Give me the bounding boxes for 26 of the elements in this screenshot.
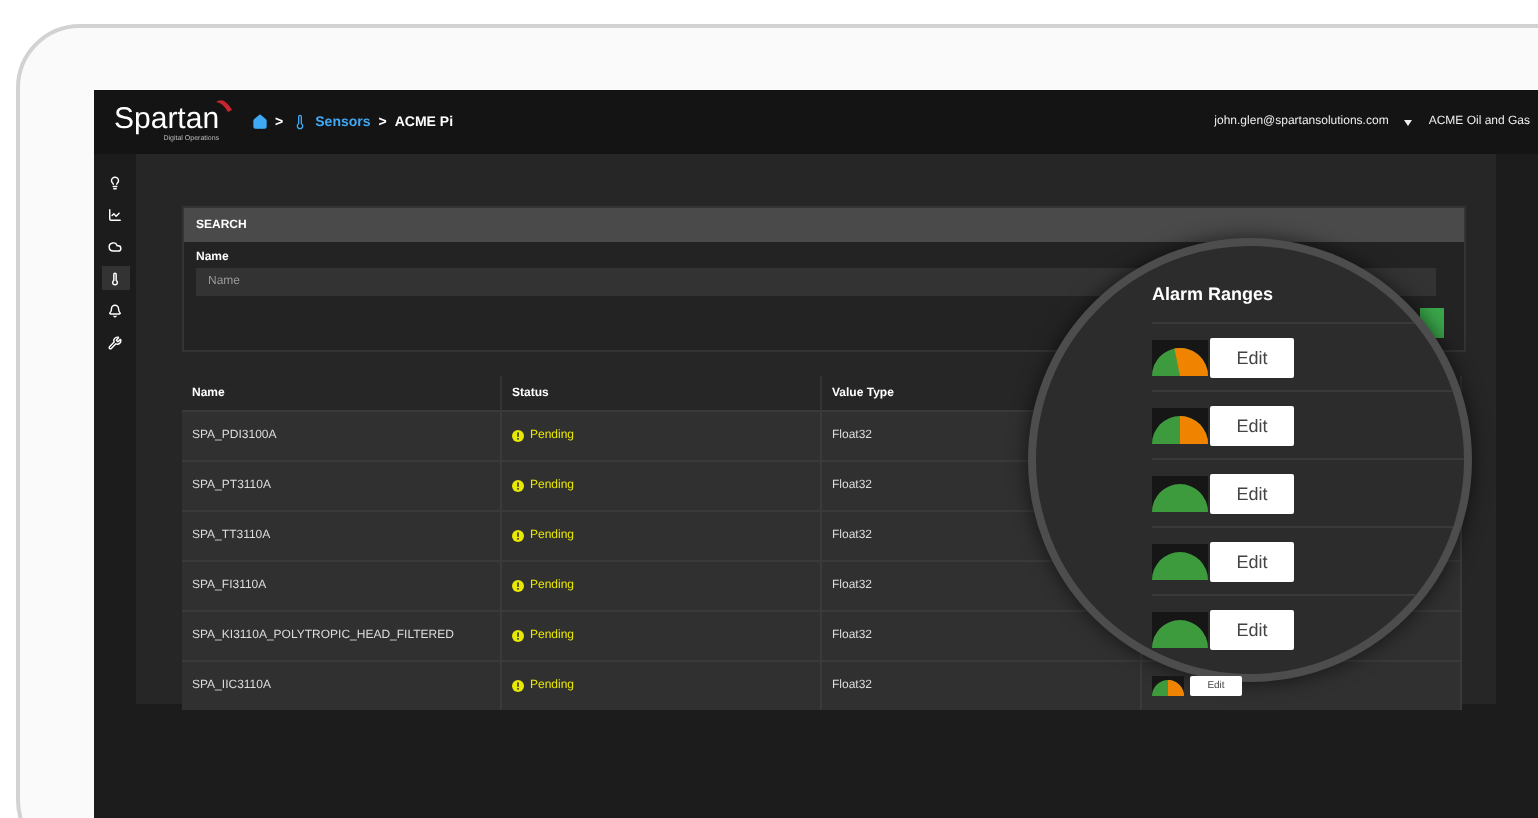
home-icon[interactable] (251, 114, 268, 130)
thermometer-icon (291, 114, 308, 130)
pending-icon (512, 480, 524, 492)
gauge-icon (1152, 339, 1208, 375)
pending-icon (512, 630, 524, 642)
pending-icon (512, 530, 524, 542)
cloud-icon (108, 239, 122, 253)
gauge-icon (1152, 676, 1184, 696)
edit-button[interactable]: Edit (1210, 337, 1294, 377)
edit-button[interactable]: Edit (1210, 405, 1294, 445)
logo-swoosh-icon (215, 97, 232, 111)
wrench-icon (108, 335, 122, 349)
edit-button[interactable]: Edit (1210, 541, 1294, 581)
logo-text: Spartan (114, 103, 220, 133)
lightbulb-icon (108, 175, 122, 189)
edit-button[interactable]: Edit (1210, 609, 1294, 649)
caret-icon[interactable] (1404, 119, 1413, 125)
bell-icon (108, 303, 122, 317)
gauge-icon (1152, 407, 1208, 443)
sidebar-item[interactable] (101, 266, 129, 290)
pending-icon (512, 430, 524, 442)
chart-icon (108, 207, 122, 221)
pending-icon (512, 580, 524, 592)
pending-icon (512, 680, 524, 692)
edit-button[interactable]: Edit (1210, 473, 1294, 513)
thermometer-icon (108, 271, 122, 285)
